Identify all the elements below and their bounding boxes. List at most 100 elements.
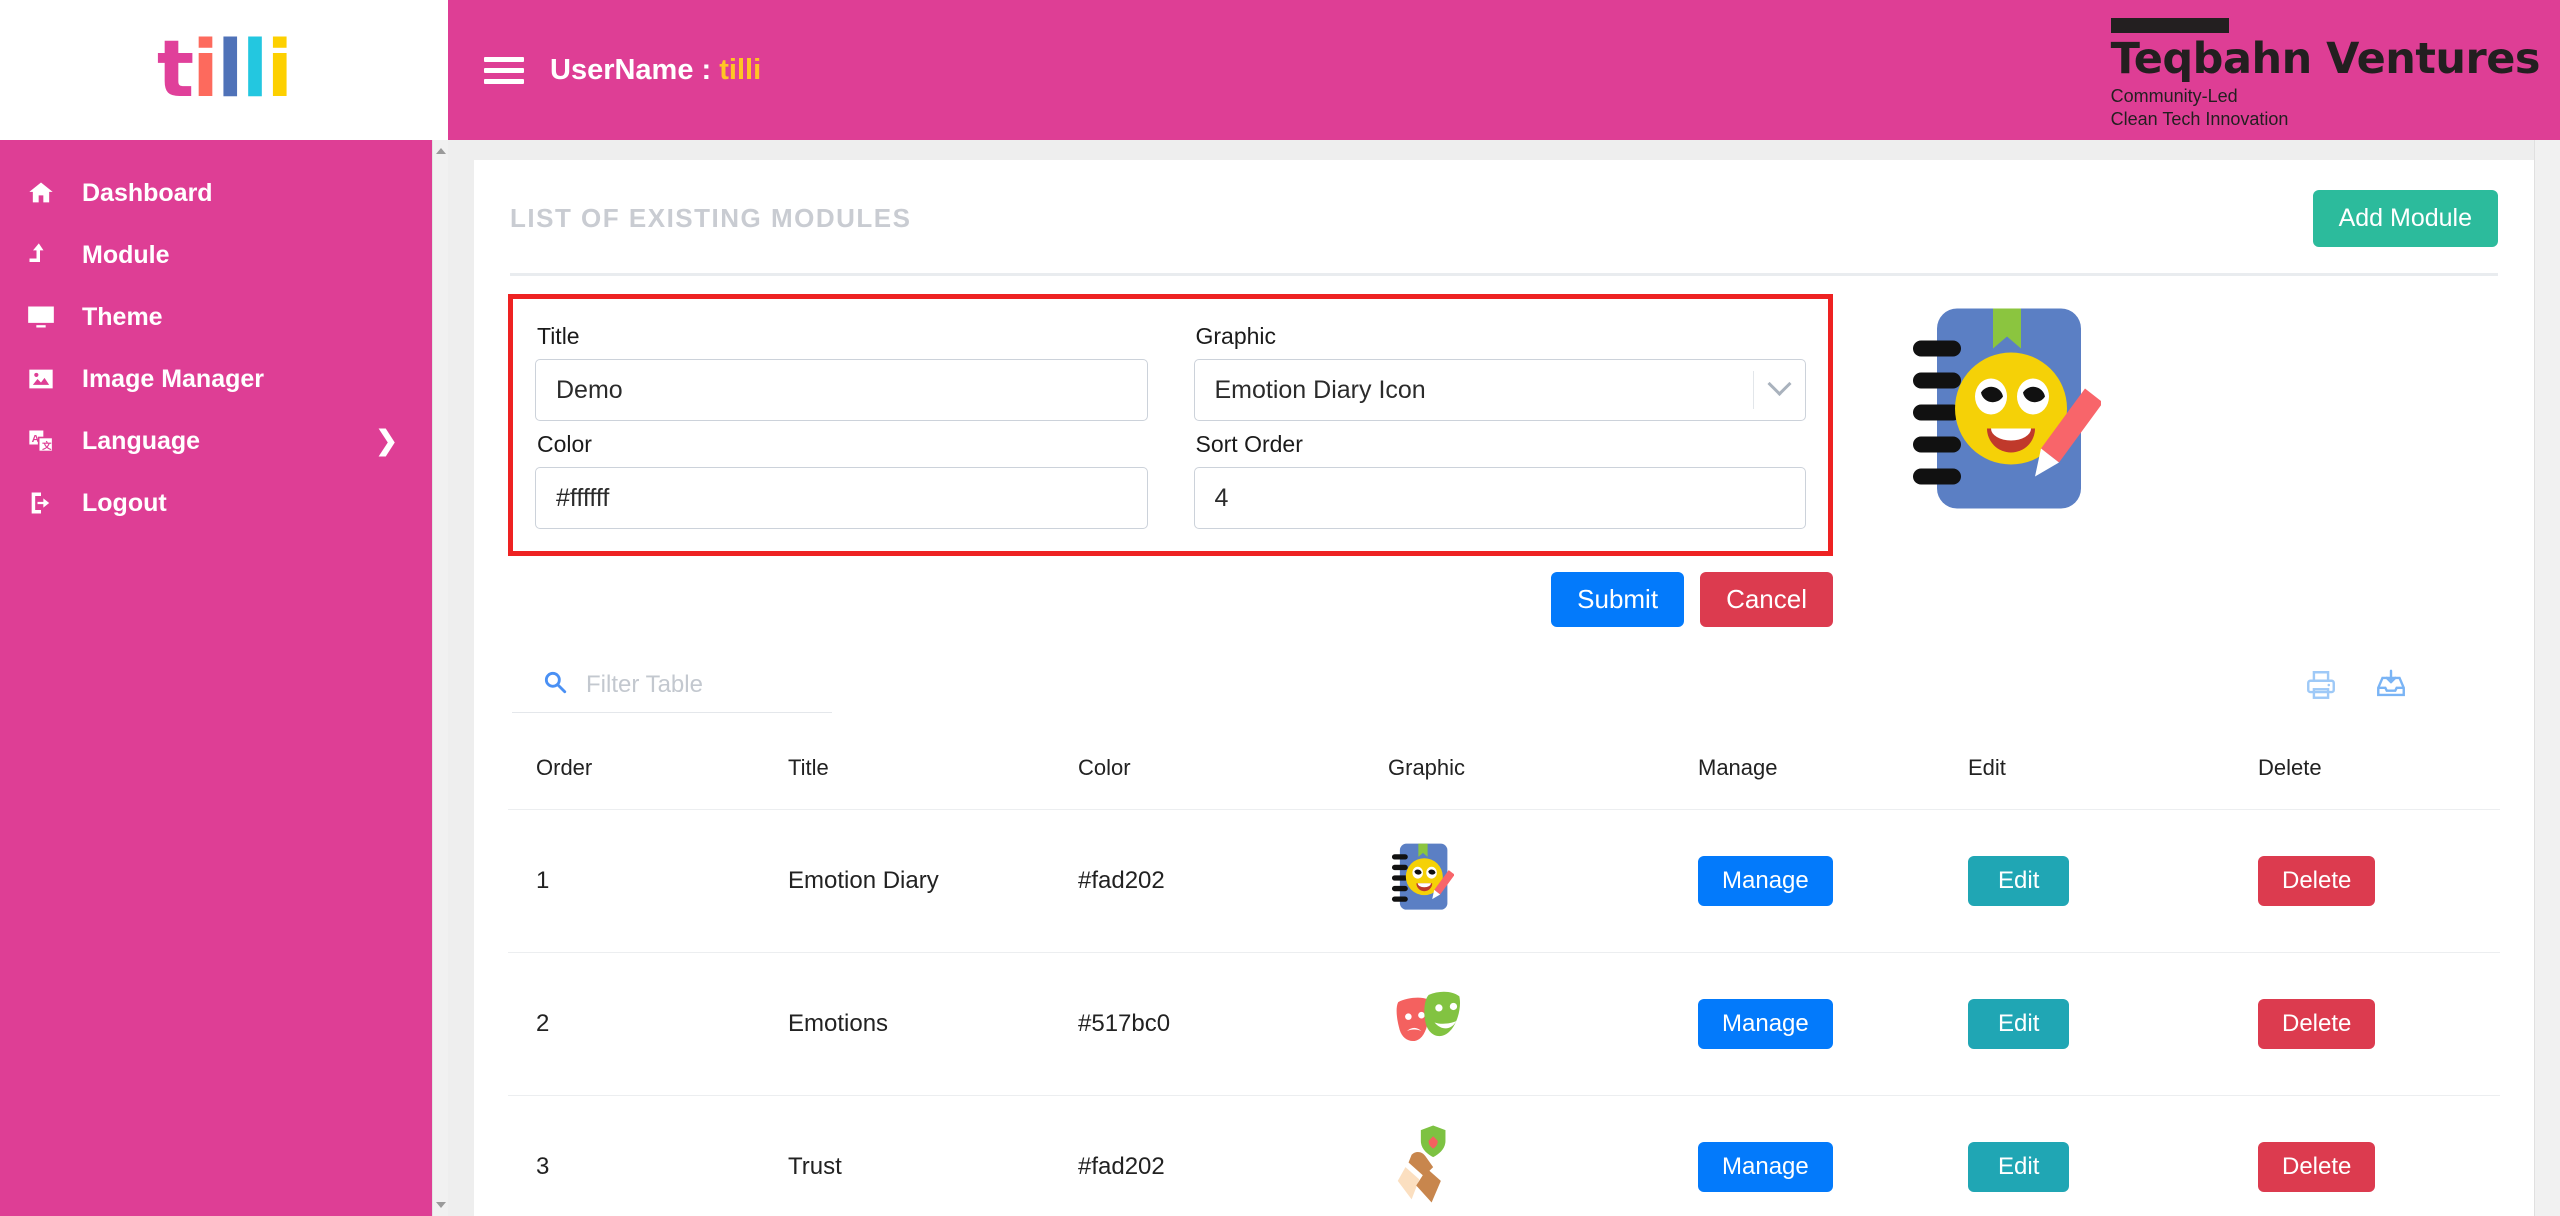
- sort-order-input[interactable]: [1193, 467, 1806, 529]
- sidebar-scrollbar[interactable]: [432, 140, 448, 1216]
- logout-icon: [26, 489, 72, 517]
- tilli-logo-text: tilli: [156, 25, 293, 115]
- upload-icon: [26, 241, 72, 269]
- print-icon[interactable]: [2304, 668, 2338, 707]
- cell-color: #517bc0: [1078, 952, 1388, 1096]
- form-actions: Submit Cancel: [508, 556, 1833, 627]
- cell-title: Emotions: [788, 952, 1078, 1096]
- logo-letter: l: [241, 25, 269, 115]
- logo-letter: l: [216, 25, 244, 115]
- logo-letter: i: [266, 25, 293, 115]
- color-input[interactable]: [535, 467, 1148, 529]
- cell-edit: Edit: [1968, 809, 2258, 953]
- cell-title: Trust: [788, 1095, 1078, 1216]
- company-name: Teqbahn Ventures: [2110, 34, 2541, 84]
- cell-title: Emotion Diary: [788, 809, 1078, 953]
- table-row: 1 Emotion Diary #fad202 Manage Edit Dele…: [508, 809, 2500, 953]
- modules-table: Order Title Color Graphic Manage Edit De…: [508, 745, 2500, 1216]
- company-tagline-line1: Community-Led: [2110, 86, 2238, 106]
- chevron-right-icon: ❯: [375, 425, 398, 456]
- delete-button[interactable]: Delete: [2258, 999, 2376, 1049]
- username-label: UserName :: [550, 53, 720, 86]
- manage-button[interactable]: Manage: [1698, 856, 1833, 906]
- add-module-button[interactable]: Add Module: [2312, 190, 2498, 247]
- table-head: Order Title Color Graphic Manage Edit De…: [508, 745, 2500, 810]
- modules-card: LIST OF EXISTING MODULES Add Module Titl…: [474, 160, 2534, 1216]
- sidebar-item-label: Logout: [82, 488, 167, 517]
- table-row: 2 Emotions #517bc0 Manage Edit Delete: [508, 952, 2500, 1096]
- column-header-manage: Manage: [1698, 755, 1778, 780]
- translate-icon: A文: [26, 427, 72, 455]
- edit-button[interactable]: Edit: [1968, 1142, 2070, 1193]
- home-icon: [26, 179, 72, 207]
- select-separator: [1753, 371, 1754, 409]
- module-form: Title Color Graphic Emotion Diary Icon: [508, 294, 1833, 556]
- scroll-up-arrow-icon[interactable]: [435, 148, 446, 154]
- manage-button[interactable]: Manage: [1698, 999, 1833, 1049]
- app-logo[interactable]: tilli: [0, 0, 448, 140]
- sidebar-item-logout[interactable]: Logout: [0, 472, 432, 534]
- edit-button[interactable]: Edit: [1968, 999, 2070, 1049]
- delete-button[interactable]: Delete: [2258, 1142, 2376, 1193]
- column-header-edit: Edit: [1968, 755, 2006, 780]
- sidebar-item-label: Dashboard: [82, 178, 213, 207]
- page-scrollbar[interactable]: [2534, 140, 2560, 1216]
- cell-order: 2: [508, 952, 788, 1096]
- download-inbox-icon[interactable]: [2374, 668, 2408, 707]
- filter-table-input[interactable]: [584, 669, 828, 700]
- username-value: tilli: [719, 53, 762, 86]
- column-header-graphic: Graphic: [1388, 755, 1466, 780]
- sidebar-item-label: Theme: [82, 302, 163, 331]
- sidebar-item-theme[interactable]: Theme: [0, 286, 432, 348]
- cell-delete: Delete: [2258, 809, 2500, 953]
- cell-manage: Manage: [1698, 952, 1968, 1096]
- company-tagline-line2: Clean Tech Innovation: [2110, 108, 2289, 129]
- filter-row: [508, 627, 2500, 713]
- cell-color: #fad202: [1078, 809, 1388, 953]
- cell-manage: Manage: [1698, 809, 1968, 953]
- monitor-icon: [26, 303, 72, 331]
- edit-button[interactable]: Edit: [1968, 856, 2070, 906]
- sidebar-item-module[interactable]: Module: [0, 224, 432, 286]
- sort-order-label: Sort Order: [1195, 431, 1303, 457]
- table-body: 1 Emotion Diary #fad202 Manage Edit Dele…: [508, 809, 2500, 1216]
- sidebar-item-label: Language: [82, 426, 201, 455]
- sidebar-item-label: Module: [82, 240, 170, 269]
- title-input[interactable]: [535, 359, 1148, 421]
- card-header: LIST OF EXISTING MODULES Add Module: [508, 160, 2500, 273]
- sidebar-item-dashboard[interactable]: Dashboard: [0, 162, 432, 224]
- table-header-row: Order Title Color Graphic Manage Edit De…: [508, 745, 2500, 810]
- cell-color: #fad202: [1078, 1095, 1388, 1216]
- column-header-order: Order: [536, 755, 593, 780]
- filter-table-box[interactable]: [512, 661, 832, 713]
- sidebar: tilli Dashboard Module Theme Image Manag…: [0, 0, 448, 1216]
- column-header-delete: Delete: [2258, 755, 2322, 780]
- svg-text:A: A: [32, 433, 40, 445]
- top-header: UserName : tilli Teqbahn Ventures Commun…: [448, 0, 2560, 140]
- hamburger-icon[interactable]: [484, 51, 524, 90]
- page-title: LIST OF EXISTING MODULES: [510, 203, 912, 233]
- graphic-select-wrapper[interactable]: Emotion Diary Icon: [1193, 359, 1806, 421]
- manage-button[interactable]: Manage: [1698, 1142, 1833, 1193]
- submit-button[interactable]: Submit: [1551, 572, 1685, 627]
- cell-delete: Delete: [2258, 1095, 2500, 1216]
- form-column-right: Graphic Emotion Diary Icon Sort Order: [1193, 313, 1806, 529]
- graphic-label: Graphic: [1195, 323, 1277, 349]
- cancel-button[interactable]: Cancel: [1700, 572, 1833, 627]
- column-header-color: Color: [1078, 755, 1131, 780]
- content-scroll-area: LIST OF EXISTING MODULES Add Module Titl…: [448, 140, 2534, 1216]
- scroll-down-arrow-icon[interactable]: [435, 1202, 446, 1208]
- logo-letter: t: [156, 25, 194, 115]
- graphic-select[interactable]: Emotion Diary Icon: [1193, 359, 1806, 421]
- sidebar-item-language[interactable]: A文 Language ❯: [0, 410, 432, 472]
- handshake-shield-icon: [1397, 1125, 1446, 1203]
- main-area: UserName : tilli Teqbahn Ventures Commun…: [448, 0, 2560, 1216]
- title-label: Title: [537, 323, 580, 349]
- username-display: UserName : tilli: [550, 54, 761, 87]
- sidebar-item-image-manager[interactable]: Image Manager: [0, 348, 432, 410]
- cell-order: 1: [508, 809, 788, 953]
- cell-graphic: [1388, 952, 1698, 1096]
- delete-button[interactable]: Delete: [2258, 856, 2376, 906]
- form-column-left: Title Color: [535, 313, 1148, 529]
- app-root: tilli Dashboard Module Theme Image Manag…: [0, 0, 2560, 1216]
